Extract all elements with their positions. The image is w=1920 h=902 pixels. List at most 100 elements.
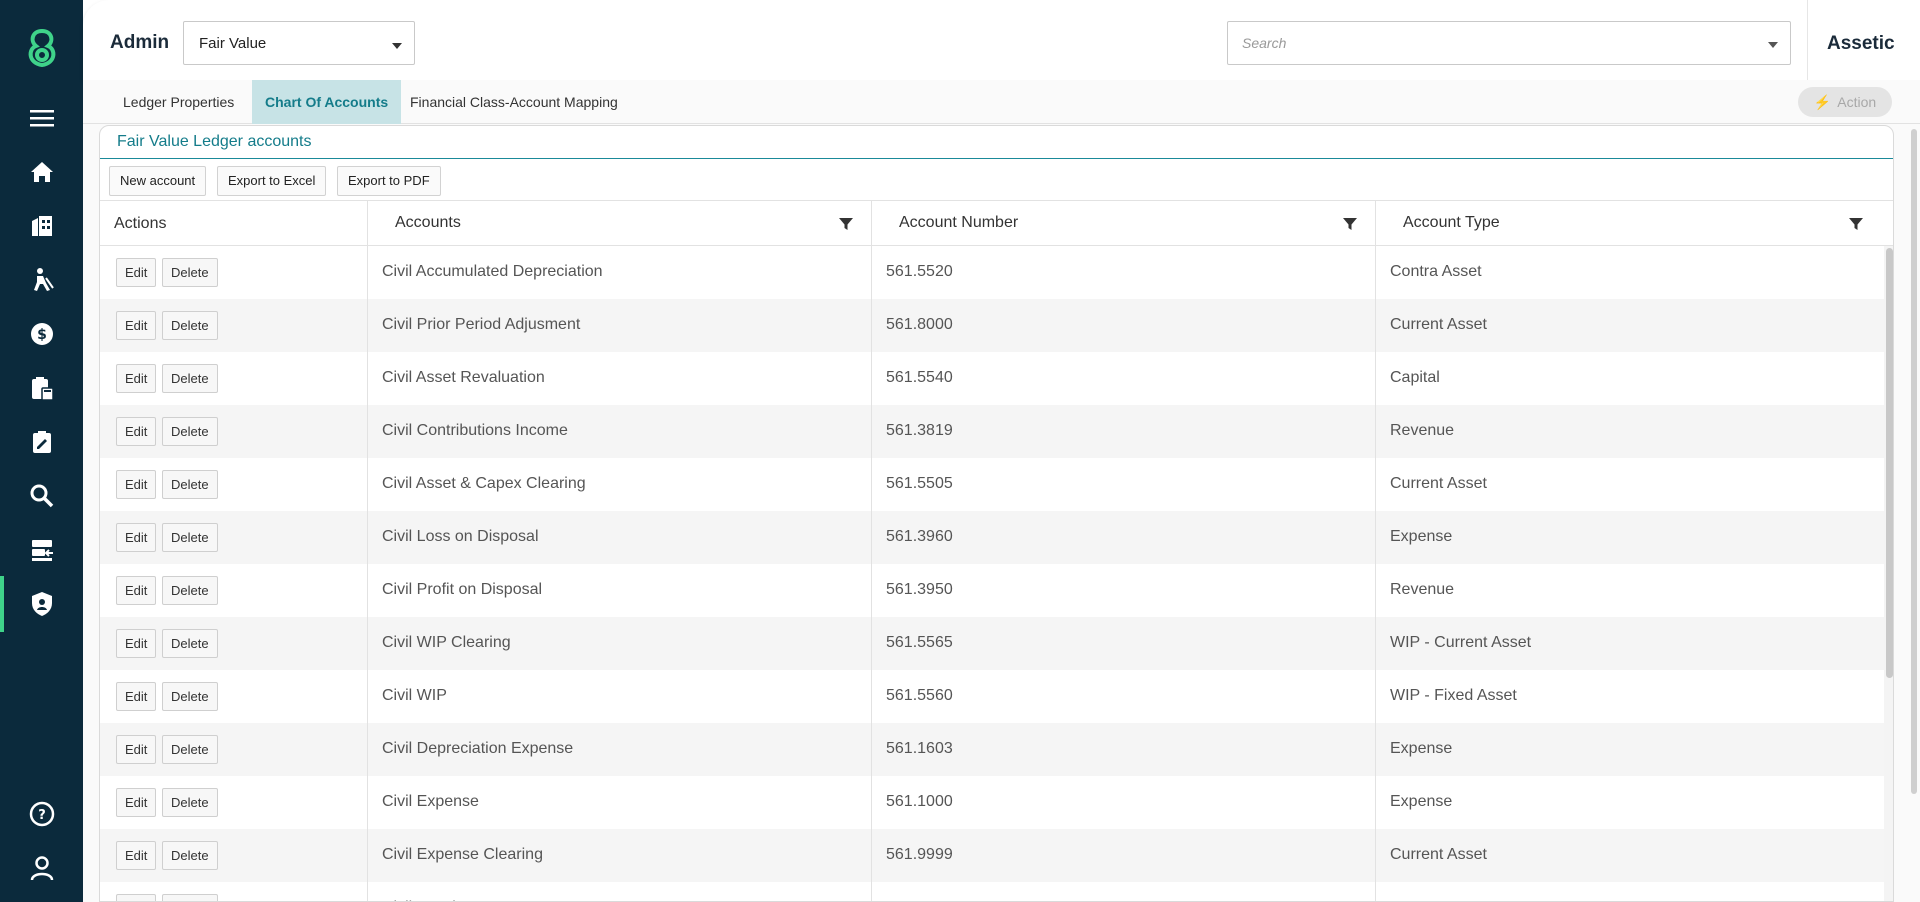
table-row[interactable]: Edit Delete Civil WIP Clearing 561.5565 WIP … — [100, 617, 1884, 670]
grid-header: Actions Accounts Account Number Account … — [100, 201, 1893, 246]
finance-icon[interactable]: $ — [0, 314, 83, 354]
panel-header: Fair Value Ledger accounts — [100, 126, 1893, 159]
delete-button[interactable]: Delete — [162, 523, 218, 552]
delete-button[interactable]: Delete — [162, 682, 218, 711]
account-number-cell: 561.9999 — [872, 829, 1376, 882]
tab-chart-of-accounts[interactable]: Chart Of Accounts — [252, 80, 402, 124]
account-number: 561.1000 — [886, 793, 953, 810]
delete-button[interactable]: Delete — [162, 894, 218, 901]
page-scrollbar-thumb[interactable] — [1911, 129, 1917, 794]
account-type: WIP - Current Asset — [1390, 634, 1532, 651]
delete-button[interactable]: Delete — [162, 258, 218, 287]
help-icon[interactable]: ? — [0, 794, 83, 834]
delete-button[interactable]: Delete — [162, 364, 218, 393]
actions-cell: EditDelete — [100, 246, 368, 299]
actions-cell: EditDelete — [100, 617, 368, 670]
edit-button[interactable]: Edit — [116, 788, 157, 817]
table-row[interactable]: Edit Delete Civil Loss on Disposal 561.3960… — [100, 511, 1884, 564]
export-excel-button[interactable]: Export to Excel — [217, 166, 327, 196]
shield-user-icon[interactable] — [0, 576, 83, 632]
server-import-icon[interactable] — [0, 530, 83, 570]
worker-icon[interactable] — [0, 260, 83, 300]
clipboard-calc-icon[interactable] — [0, 368, 83, 408]
table-row[interactable]: Edit Delete Civil Prior Period Adjusment 56… — [100, 299, 1884, 352]
account-type-cell: Expense — [1376, 511, 1884, 564]
account-name-cell: Civil Asset Revaluation — [368, 352, 872, 405]
tab-ledger-properties[interactable]: Ledger Properties — [110, 80, 247, 124]
delete-button[interactable]: Delete — [162, 417, 218, 446]
account-name-cell: Civil Asset & Capex Clearing — [368, 458, 872, 511]
delete-button[interactable]: Delete — [162, 311, 218, 340]
edit-button[interactable]: Edit — [116, 523, 157, 552]
account-number-cell: 561.3950 — [872, 564, 1376, 617]
edit-button[interactable]: Edit — [116, 682, 157, 711]
table-row[interactable]: Edit Delete Civil WIP 561.5560 WIP - Fixed A… — [100, 670, 1884, 723]
table-row[interactable]: Edit Delete Civil Accumulated Depreciation… — [100, 246, 1884, 299]
grid-scrollbar-thumb[interactable] — [1886, 248, 1893, 678]
edit-button[interactable]: Edit — [116, 417, 157, 446]
delete-button[interactable]: Delete — [162, 735, 218, 764]
ledger-select[interactable]: Fair Value — [183, 21, 415, 65]
table-row[interactable]: EditDeleteCivil Impairment Loss561.3800E… — [100, 882, 1884, 901]
account-number: 561.3950 — [886, 581, 953, 598]
filter-icon[interactable] — [1848, 216, 1864, 232]
home-icon[interactable] — [0, 152, 83, 192]
filter-icon[interactable] — [1342, 216, 1358, 232]
edit-button[interactable]: Edit — [116, 841, 157, 870]
column-header-account-number-label: Account Number — [899, 214, 1019, 231]
account-name-cell: Civil Expense — [368, 776, 872, 829]
account-number: 561.5520 — [886, 263, 953, 280]
export-pdf-button[interactable]: Export to PDF — [337, 166, 441, 196]
account-name: Civil WIP Clearing — [382, 634, 511, 651]
menu-icon[interactable] — [0, 98, 83, 138]
column-header-account-number[interactable]: Account Number — [872, 201, 1376, 246]
edit-button[interactable]: Edit — [116, 735, 157, 764]
delete-button[interactable]: Delete — [162, 470, 218, 499]
actions-cell: Edit Delete — [100, 882, 368, 901]
column-header-accounts[interactable]: Accounts — [368, 201, 872, 246]
account-number-cell: 561.8000 — [872, 299, 1376, 352]
new-account-button[interactable]: New account — [109, 166, 207, 196]
table-row[interactable]: Edit Delete Civil Asset Revaluation 561.554… — [100, 352, 1884, 405]
account-name-cell: Civil Depreciation Expense — [368, 723, 872, 776]
edit-button[interactable]: Edit — [116, 629, 157, 658]
account-number: 561.8000 — [886, 316, 953, 333]
account-number: 561.1603 — [886, 740, 953, 757]
table-row[interactable]: Edit Delete Civil Contributions Income 561.… — [100, 405, 1884, 458]
table-row[interactable]: Edit Delete Civil Expense 561.1000 Expense — [100, 776, 1884, 829]
assetic-logo-icon[interactable] — [22, 27, 62, 69]
search-icon[interactable] — [0, 476, 83, 516]
account-number-cell: 561.5565 — [872, 617, 1376, 670]
column-header-account-type[interactable]: Account Type — [1376, 201, 1893, 246]
delete-button[interactable]: Delete — [162, 788, 218, 817]
table-row[interactable]: Edit Delete Civil Depreciation Expense 561.… — [100, 723, 1884, 776]
user-icon[interactable] — [0, 848, 83, 888]
actions-cell: EditDelete — [100, 776, 368, 829]
column-header-actions-label: Actions — [114, 215, 167, 232]
buildings-icon[interactable] — [0, 206, 83, 246]
account-type-cell: Expense — [1376, 776, 1884, 829]
action-button-label: Action — [1837, 94, 1877, 110]
edit-button[interactable]: Edit — [116, 364, 157, 393]
clipboard-edit-icon[interactable] — [0, 422, 83, 462]
table-row[interactable]: Edit Delete Civil Expense Clearing 561.9999… — [100, 829, 1884, 882]
delete-button[interactable]: Delete — [162, 841, 218, 870]
tab-financial-class-account-mapping[interactable]: Financial Class-Account Mapping — [397, 80, 631, 124]
delete-button[interactable]: Delete — [162, 629, 218, 658]
table-row[interactable]: Edit Delete Civil Profit on Disposal 561.39… — [100, 564, 1884, 617]
actions-cell: EditDelete — [100, 564, 368, 617]
edit-button[interactable]: Edit — [116, 576, 157, 605]
account-type: Expense — [1390, 740, 1453, 757]
edit-button[interactable]: Edit — [116, 470, 157, 499]
action-button[interactable]: ⚡ Action — [1798, 87, 1892, 117]
grid-scrollbar[interactable] — [1884, 246, 1893, 901]
edit-button[interactable]: Edit — [116, 894, 157, 901]
filter-icon[interactable] — [838, 216, 854, 232]
edit-button[interactable]: Edit — [116, 258, 157, 287]
table-row[interactable]: Edit Delete Civil Asset & Capex Clearing 56… — [100, 458, 1884, 511]
search-input[interactable]: Search — [1227, 21, 1791, 65]
account-name-cell: Civil Impairment Loss — [368, 882, 872, 901]
page-scrollbar[interactable] — [1909, 124, 1919, 902]
delete-button[interactable]: Delete — [162, 576, 218, 605]
edit-button[interactable]: Edit — [116, 311, 157, 340]
